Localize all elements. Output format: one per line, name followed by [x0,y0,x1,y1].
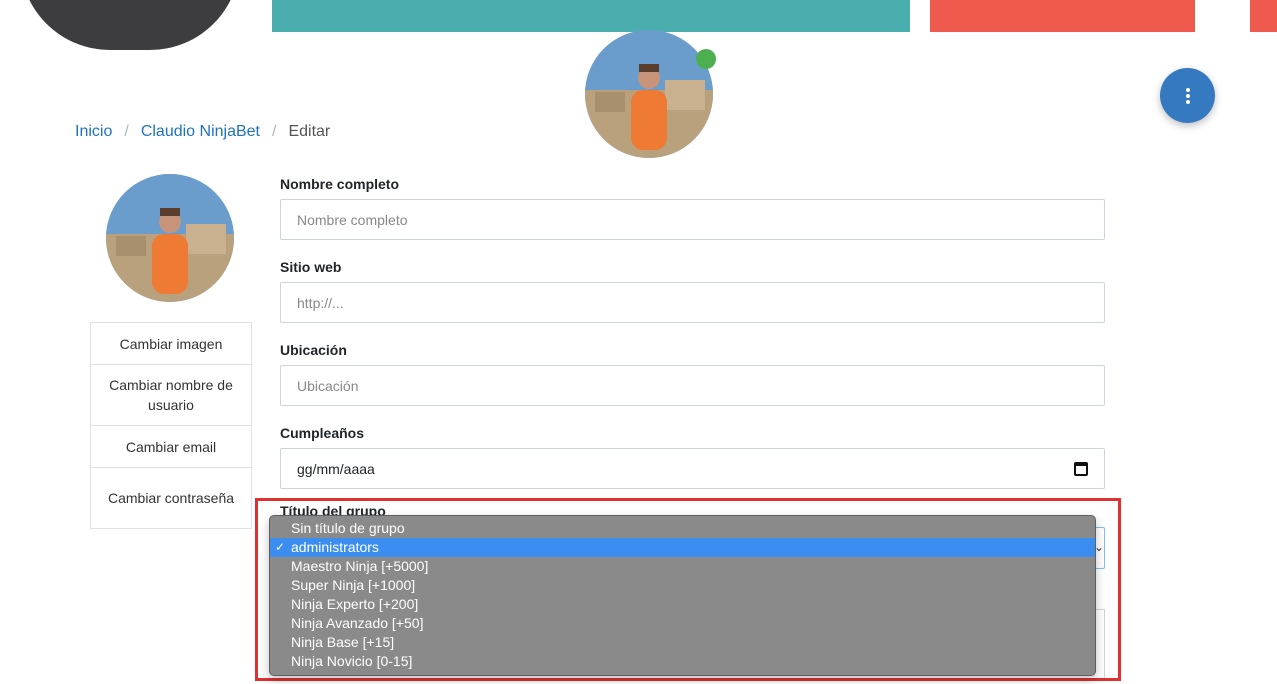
breadcrumb-home-link[interactable]: Inicio [75,123,112,141]
side-avatar [106,174,234,302]
birthday-label: Cumpleaños [280,425,365,441]
fullname-label: Nombre completo [280,176,400,192]
breadcrumb-separator: / [124,123,129,140]
change-picture-link[interactable]: Cambiar imagen [91,323,251,365]
location-label: Ubicación [280,342,347,358]
website-label: Sitio web [280,259,342,275]
group-option-super-ninja[interactable]: Super Ninja [+1000] [270,576,1095,595]
group-option-maestro-ninja[interactable]: Maestro Ninja [+5000] [270,557,1095,576]
group-option-ninja-base[interactable]: Ninja Base [+15] [270,633,1095,652]
group-option-ninja-experto[interactable]: Ninja Experto [+200] [270,595,1095,614]
calendar-icon[interactable] [1074,461,1088,476]
breadcrumb-current: Editar [288,123,331,140]
logo-fragment-dark [20,0,240,50]
group-option-ninja-avanzado[interactable]: Ninja Avanzado [+50] [270,614,1095,633]
birthday-date-input[interactable]: gg/mm/aaaa [280,448,1105,489]
group-option-ninja-novicio[interactable]: Ninja Novicio [0-15] [270,652,1095,671]
profile-edit-form: Nombre completo Nombre completo Sitio we… [280,175,1105,507]
group-title-dropdown-list: Sin título de grupo ✓ administrators Maes… [269,515,1096,676]
change-email-link[interactable]: Cambiar email [91,426,251,468]
logo-fragment-red-2 [1250,0,1277,32]
options-menu-button[interactable] [1160,68,1215,123]
online-status-indicator [696,49,716,69]
account-side-menu: Cambiar imagen Cambiar nombre de usuario… [90,322,252,529]
more-vertical-icon [1185,87,1190,104]
breadcrumb-user-link[interactable]: Claudio NinjaBet [141,123,260,141]
fullname-input[interactable]: Nombre completo [280,199,1105,240]
breadcrumb-separator: / [272,123,277,140]
change-password-link[interactable]: Cambiar contraseña [91,468,251,528]
breadcrumb: Inicio / Claudio NinjaBet / Editar [75,123,330,141]
group-option-none[interactable]: Sin título de grupo [270,519,1095,538]
group-option-administrators[interactable]: ✓ administrators [270,538,1095,557]
logo-fragment-red [930,0,1195,32]
birthday-value: gg/mm/aaaa [297,460,375,477]
profile-avatar[interactable] [585,30,713,158]
change-username-link[interactable]: Cambiar nombre de usuario [91,365,251,426]
checkmark-icon: ✓ [275,540,286,554]
logo-fragment-teal [272,0,800,32]
website-input[interactable]: http://... [280,282,1105,323]
logo-fragment-teal-2 [800,0,910,32]
location-input[interactable]: Ubicación [280,365,1105,406]
